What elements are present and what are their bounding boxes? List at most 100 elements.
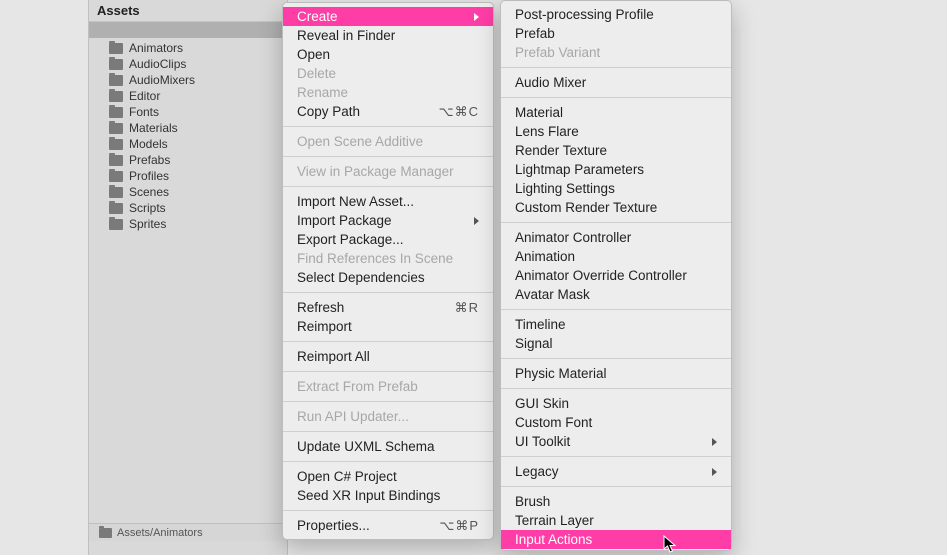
menu-item[interactable]: Seed XR Input Bindings [283, 486, 493, 505]
menu-separator [283, 292, 493, 293]
menu-separator [501, 67, 731, 68]
chevron-right-icon [709, 438, 717, 446]
menu-separator [283, 186, 493, 187]
menu-item-label: Lightmap Parameters [515, 162, 644, 177]
menu-separator [501, 388, 731, 389]
menu-item[interactable]: Signal [501, 334, 731, 353]
menu-item-label: Export Package... [297, 232, 404, 247]
menu-separator [501, 222, 731, 223]
menu-item[interactable]: Refresh ⌘R [283, 298, 493, 317]
menu-item-label: Post-processing Profile [515, 7, 654, 22]
menu-item-label: Extract From Prefab [297, 379, 418, 394]
folder-icon [109, 187, 123, 198]
menu-item[interactable]: Animator Override Controller [501, 266, 731, 285]
menu-item[interactable]: Custom Render Texture [501, 198, 731, 217]
menu-item[interactable]: Import Package [283, 211, 493, 230]
menu-item-label: Material [515, 105, 563, 120]
menu-item[interactable]: Update UXML Schema [283, 437, 493, 456]
folder-icon [109, 91, 123, 102]
folder-icon [109, 43, 123, 54]
menu-item[interactable]: Prefab [501, 24, 731, 43]
folder-item[interactable]: Models [89, 136, 287, 152]
menu-separator [283, 431, 493, 432]
folder-item[interactable]: Animators [89, 40, 287, 56]
menu-item[interactable]: Brush [501, 492, 731, 511]
menu-item[interactable]: Create [283, 7, 493, 26]
menu-item-label: Terrain Layer [515, 513, 594, 528]
folder-item[interactable]: Materials [89, 120, 287, 136]
folder-item[interactable]: AudioClips [89, 56, 287, 72]
menu-item-label: Prefab Variant [515, 45, 600, 60]
menu-item[interactable]: Import New Asset... [283, 192, 493, 211]
menu-item[interactable]: Avatar Mask [501, 285, 731, 304]
chevron-right-icon [471, 217, 479, 225]
menu-item[interactable]: Lightmap Parameters [501, 160, 731, 179]
menu-item: Run API Updater... [283, 407, 493, 426]
folder-item[interactable]: Scripts [89, 200, 287, 216]
folder-item[interactable]: Sprites [89, 216, 287, 232]
menu-item[interactable]: GUI Skin [501, 394, 731, 413]
menu-item[interactable]: Lighting Settings [501, 179, 731, 198]
assets-context-menu[interactable]: CreateReveal in FinderOpenDeleteRenameCo… [282, 2, 494, 540]
menu-item[interactable]: Custom Font [501, 413, 731, 432]
menu-item[interactable]: Reveal in Finder [283, 26, 493, 45]
menu-item[interactable]: Lens Flare [501, 122, 731, 141]
folder-label: Fonts [129, 105, 159, 119]
menu-item-label: Rename [297, 85, 348, 100]
menu-shortcut: ⌘R [455, 300, 479, 316]
folder-label: Sprites [129, 217, 166, 231]
menu-item-label: GUI Skin [515, 396, 569, 411]
menu-item-label: Reimport All [297, 349, 370, 364]
folder-item[interactable]: Fonts [89, 104, 287, 120]
menu-item[interactable]: Open C# Project [283, 467, 493, 486]
menu-item-label: Reimport [297, 319, 352, 334]
menu-item-label: View in Package Manager [297, 164, 454, 179]
menu-item[interactable]: Properties...⌥⌘P [283, 516, 493, 535]
menu-separator [283, 371, 493, 372]
folder-label: Models [129, 137, 168, 151]
menu-item-label: Run API Updater... [297, 409, 409, 424]
folder-label: Editor [129, 89, 160, 103]
folder-item[interactable]: Editor [89, 88, 287, 104]
menu-item[interactable]: Animation [501, 247, 731, 266]
menu-separator [283, 341, 493, 342]
assets-panel-title: Assets [89, 0, 287, 22]
menu-item-label: Input Actions [515, 532, 592, 547]
menu-item[interactable]: Physic Material [501, 364, 731, 383]
menu-item[interactable]: Open [283, 45, 493, 64]
menu-item-label: Refresh [297, 300, 344, 315]
folder-item[interactable]: Prefabs [89, 152, 287, 168]
menu-item[interactable]: UI Toolkit [501, 432, 731, 451]
menu-item[interactable]: Export Package... [283, 230, 493, 249]
folder-item[interactable]: Scenes [89, 184, 287, 200]
menu-item[interactable]: Animator Controller [501, 228, 731, 247]
menu-separator [501, 486, 731, 487]
menu-item[interactable]: Input Actions [501, 530, 731, 549]
menu-item[interactable]: Audio Mixer [501, 73, 731, 92]
menu-item[interactable]: Legacy [501, 462, 731, 481]
menu-item[interactable]: Material [501, 103, 731, 122]
menu-item-label: Open [297, 47, 330, 62]
menu-item[interactable]: Copy Path⌥⌘C [283, 102, 493, 121]
menu-item-label: Reveal in Finder [297, 28, 395, 43]
menu-item[interactable]: Reimport All [283, 347, 493, 366]
menu-item-label: Custom Render Texture [515, 200, 657, 215]
menu-item[interactable]: Reimport [283, 317, 493, 336]
folder-item[interactable]: AudioMixers [89, 72, 287, 88]
menu-item[interactable]: Terrain Layer [501, 511, 731, 530]
menu-item[interactable]: Timeline [501, 315, 731, 334]
menu-item-label: Audio Mixer [515, 75, 586, 90]
menu-separator [283, 401, 493, 402]
menu-item: Open Scene Additive [283, 132, 493, 151]
breadcrumb: Assets/Animators [89, 523, 287, 541]
create-submenu[interactable]: Post-processing Profile Prefab Prefab Vari… [500, 0, 732, 551]
menu-item[interactable]: Post-processing Profile [501, 5, 731, 24]
folder-item[interactable]: Profiles [89, 168, 287, 184]
folder-icon [109, 75, 123, 86]
menu-item[interactable]: Select Dependencies [283, 268, 493, 287]
menu-item-label: Animator Override Controller [515, 268, 687, 283]
folder-icon [109, 203, 123, 214]
menu-item[interactable]: Render Texture [501, 141, 731, 160]
menu-item: Prefab Variant [501, 43, 731, 62]
menu-item-label: Copy Path [297, 104, 360, 119]
